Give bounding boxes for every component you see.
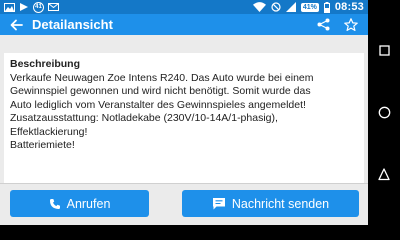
recents-icon bbox=[378, 45, 390, 56]
message-icon bbox=[212, 198, 225, 210]
battery-icon bbox=[323, 1, 330, 13]
email-notification-icon bbox=[48, 1, 59, 13]
status-bar: 41 41% 08:53 bbox=[0, 0, 368, 14]
notification-count-badge: 41 bbox=[33, 1, 44, 13]
share-button[interactable] bbox=[314, 14, 332, 35]
content-area[interactable]: Beschreibung Verkaufe Neuwagen Zoe Inten… bbox=[0, 35, 368, 183]
image-notification-icon bbox=[4, 1, 15, 13]
back-triangle-icon bbox=[378, 167, 390, 180]
call-button[interactable]: Anrufen bbox=[10, 190, 149, 217]
home-icon bbox=[378, 106, 390, 119]
page-title: Detailansicht bbox=[32, 17, 113, 32]
clock: 08:53 bbox=[334, 1, 364, 13]
battery-percent: 41% bbox=[300, 2, 319, 12]
send-message-label: Nachricht senden bbox=[231, 196, 330, 211]
app-bar-actions bbox=[314, 14, 368, 35]
back-arrow-icon bbox=[10, 19, 23, 30]
description-card: Beschreibung Verkaufe Neuwagen Zoe Inten… bbox=[4, 53, 364, 183]
star-icon bbox=[344, 18, 358, 31]
system-back-button[interactable] bbox=[368, 158, 400, 190]
bottom-action-bar: Anrufen Nachricht senden bbox=[0, 183, 368, 225]
app-bar: Detailansicht bbox=[0, 14, 368, 35]
phone-icon bbox=[49, 198, 60, 209]
home-button[interactable] bbox=[368, 96, 400, 128]
status-right: 41% 08:53 bbox=[252, 1, 364, 13]
favorite-button[interactable] bbox=[342, 14, 360, 35]
back-button[interactable] bbox=[0, 14, 32, 35]
play-notification-icon bbox=[19, 1, 29, 13]
send-message-button[interactable]: Nachricht senden bbox=[182, 190, 359, 217]
call-button-label: Anrufen bbox=[66, 196, 111, 211]
system-navigation-bar bbox=[368, 0, 400, 225]
device: 41 41% 08:53 Detailansicht Beschreibung … bbox=[0, 0, 400, 225]
signal-icon bbox=[285, 1, 296, 13]
description-heading: Beschreibung bbox=[10, 58, 81, 70]
status-left: 41 bbox=[4, 1, 59, 13]
recents-button[interactable] bbox=[368, 35, 400, 67]
description-body: Verkaufe Neuwagen Zoe Intens R240. Das A… bbox=[10, 72, 314, 152]
wifi-icon bbox=[252, 1, 266, 13]
mute-icon bbox=[271, 1, 281, 13]
share-icon bbox=[317, 18, 329, 31]
screen: 41 41% 08:53 Detailansicht Beschreibung … bbox=[0, 0, 368, 225]
